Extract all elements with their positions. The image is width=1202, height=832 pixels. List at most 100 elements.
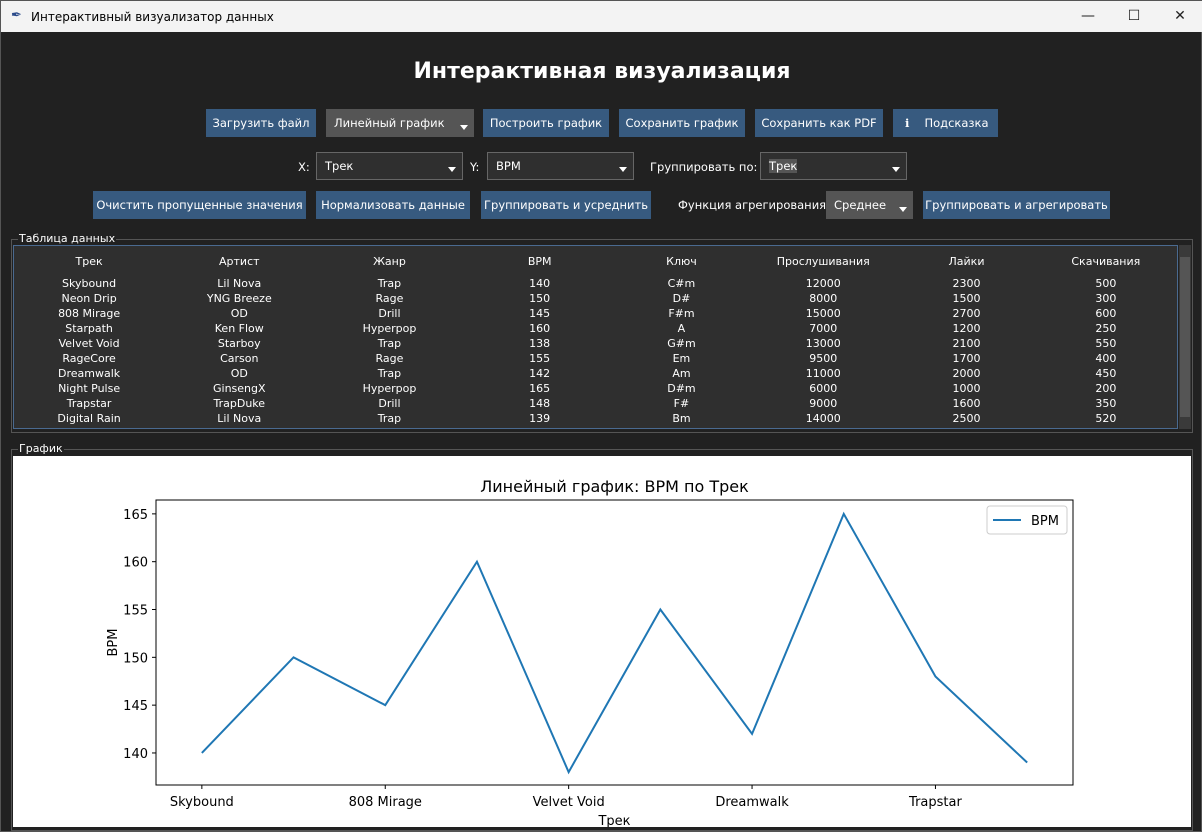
column-header[interactable]: Ключ	[615, 254, 748, 274]
table-cell: Am	[672, 367, 691, 380]
table-cell: G#m	[667, 337, 696, 350]
chevron-down-icon	[619, 167, 627, 172]
table-cell: YNG Breeze	[206, 292, 272, 305]
y-select[interactable]: BPM	[487, 152, 634, 180]
table-cell: 808 Mirage	[58, 307, 121, 320]
y-tick-label: 145	[123, 699, 148, 714]
table-row[interactable]: Neon Drip YNG Breeze Rage 150 D# 8000 1500 300	[14, 291, 1177, 306]
table-cell: 139	[529, 412, 551, 425]
table-cell: 142	[529, 367, 551, 380]
column-header[interactable]: BPM	[465, 254, 615, 274]
chart-title: Линейный график: BPM по Трек	[480, 477, 749, 496]
table-row[interactable]: Starpath Ken Flow Hyperpop 160 A 7000 1200 250	[14, 321, 1177, 336]
table-cell: OD	[230, 367, 248, 380]
table-cell: 138	[529, 337, 551, 350]
table-cell: 520	[1095, 412, 1117, 425]
chart-type-select[interactable]: Линейный график	[326, 109, 474, 137]
group-aggregate-button[interactable]: Группировать и агрегировать	[923, 191, 1110, 219]
table-cell: Drill	[378, 307, 401, 320]
table-cell: Rage	[375, 292, 404, 305]
chevron-down-icon	[892, 167, 900, 172]
y-tick-label: 155	[123, 604, 148, 619]
table-cell: 2700	[952, 307, 981, 320]
table-row[interactable]: Digital Rain Lil Nova Trap 139 Bm 14000 2500 52…	[14, 411, 1177, 426]
x-tick-label: Trapstar	[908, 795, 962, 810]
close-icon[interactable]: ✕	[1157, 1, 1202, 32]
table-cell: Hyperpop	[362, 382, 417, 395]
column-header[interactable]: Лайки	[898, 254, 1034, 274]
line-chart: Линейный график: BPM по Трек Трек BPM 140 14…	[106, 477, 1074, 829]
group-by-select[interactable]: Трек	[760, 152, 907, 180]
table-cell: 2300	[952, 277, 981, 290]
x-value: Трек	[325, 159, 354, 173]
agg-function-select[interactable]: Среднее	[826, 191, 913, 219]
group-average-button[interactable]: Группировать и усреднить	[481, 191, 651, 219]
table-cell: 145	[529, 307, 551, 320]
table-cell: Lil Nova	[217, 277, 262, 290]
hint-button[interactable]: i Подсказка	[893, 109, 998, 137]
column-header[interactable]: Артист	[164, 254, 314, 274]
table-cell: 15000	[805, 307, 841, 320]
app-feather-icon: ✒	[11, 8, 22, 23]
table-cell: Velvet Void	[58, 337, 120, 350]
table-cell: 150	[529, 292, 551, 305]
table-row[interactable]: Dreamwalk OD Trap 142 Am 11000 2000 450	[14, 366, 1177, 381]
data-table-legend: Таблица данных	[18, 232, 117, 246]
table-row[interactable]: 808 Mirage OD Drill 145 F#m 15000 2700 600	[14, 306, 1177, 321]
chart-canvas: Линейный график: BPM по Трек Трек BPM 140 14…	[13, 456, 1191, 829]
table-row[interactable]: Night Pulse GinsengX Hyperpop 165 D#m 6000 100…	[14, 381, 1177, 396]
hint-label: Подсказка	[924, 116, 989, 130]
group-by-value: Трек	[769, 159, 798, 173]
y-tick-label: 160	[123, 556, 148, 571]
table-cell: Dreamwalk	[58, 367, 121, 380]
save-chart-button[interactable]: Сохранить график	[619, 109, 745, 137]
column-header[interactable]: Трек	[14, 254, 164, 274]
x-select[interactable]: Трек	[316, 152, 463, 180]
column-header[interactable]: Прослушивания	[748, 254, 898, 274]
table-cell: 12000	[805, 277, 841, 290]
load-file-button[interactable]: Загрузить файл	[206, 109, 316, 137]
table-cell: 155	[529, 352, 551, 365]
clean-missing-button[interactable]: Очистить пропущенные значения	[93, 191, 306, 219]
table-cell: 400	[1095, 352, 1117, 365]
table-cell: 200	[1095, 382, 1117, 395]
y-axis-label: BPM	[106, 629, 121, 657]
agg-function-value: Среднее	[834, 198, 887, 212]
table-row[interactable]: Skybound Lil Nova Trap 140 C#m 12000 2300 500	[14, 276, 1177, 291]
table-cell: 2000	[952, 367, 981, 380]
normalize-button[interactable]: Нормализовать данные	[316, 191, 470, 219]
table-cell: 14000	[805, 412, 841, 425]
table-cell: Ken Flow	[214, 322, 264, 335]
minimize-icon[interactable]: —	[1065, 1, 1111, 32]
column-header[interactable]: Жанр	[314, 254, 464, 274]
title-bar: ✒ Интерактивный визуализатор данных — ☐ …	[1, 1, 1202, 32]
table-cell: A	[677, 322, 686, 335]
save-pdf-button[interactable]: Сохранить как PDF	[755, 109, 883, 137]
table-cell: Night Pulse	[58, 382, 121, 395]
group-by-label: Группировать по:	[650, 160, 758, 174]
table-cell: Starpath	[65, 322, 113, 335]
table-cell: Starboy	[217, 337, 261, 350]
scrollbar-thumb[interactable]	[1180, 257, 1190, 417]
table-cell: D#	[672, 292, 691, 305]
data-table[interactable]: Трек Артист Жанр BPM Ключ Прослушивания Лайки С…	[13, 245, 1178, 429]
table-cell: 300	[1095, 292, 1117, 305]
column-header[interactable]: Скачивания	[1035, 254, 1177, 274]
table-cell: RageCore	[62, 352, 116, 365]
table-cell: Lil Nova	[217, 412, 262, 425]
table-cell: C#m	[667, 277, 696, 290]
chevron-down-icon	[460, 125, 468, 130]
y-tick-label: 150	[123, 651, 148, 666]
table-cell: 6000	[809, 382, 838, 395]
x-tick-label: Velvet Void	[533, 795, 605, 810]
maximize-icon[interactable]: ☐	[1111, 1, 1157, 32]
table-row[interactable]: Trapstar TrapDuke Drill 148 F# 9000 1600 350	[14, 396, 1177, 411]
table-row[interactable]: RageCore Carson Rage 155 Em 9500 1700 400	[14, 351, 1177, 366]
y-value: BPM	[496, 159, 521, 173]
table-row[interactable]: Velvet Void Starboy Trap 138 G#m 13000 2100 550	[14, 336, 1177, 351]
window-title: Интерактивный визуализатор данных	[31, 10, 274, 24]
table-scrollbar[interactable]	[1179, 245, 1191, 429]
table-cell: Skybound	[62, 277, 117, 290]
build-chart-button[interactable]: Построить график	[483, 109, 609, 137]
table-cell: Drill	[378, 397, 401, 410]
